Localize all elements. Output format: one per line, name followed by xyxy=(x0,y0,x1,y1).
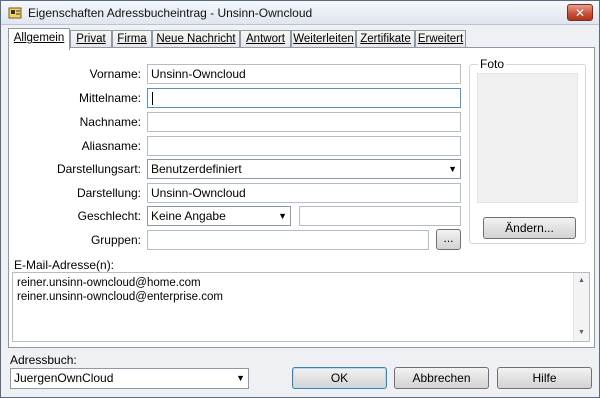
tab-firma[interactable]: Firma xyxy=(112,30,152,48)
list-item[interactable]: reiner.unsinn-owncloud@enterprise.com xyxy=(17,291,223,303)
tab-weiterleiten[interactable]: Weiterleiten xyxy=(291,30,356,48)
darstellungsart-select[interactable]: Benutzerdefiniert ▼ xyxy=(147,159,461,179)
geschlecht-extra-field[interactable] xyxy=(299,206,461,226)
darstellung-field[interactable]: Unsinn-Owncloud xyxy=(147,183,461,203)
vorname-label: Vorname: xyxy=(89,67,141,81)
chevron-down-icon: ▼ xyxy=(448,164,457,174)
tab-antwort[interactable]: Antwort xyxy=(240,30,291,48)
chevron-down-icon: ▼ xyxy=(236,373,245,383)
list-item[interactable]: reiner.unsinn-owncloud@home.com xyxy=(17,277,201,289)
mittelname-label: Mittelname: xyxy=(78,91,141,105)
scroll-up-icon[interactable]: ▲ xyxy=(574,273,589,289)
ok-button[interactable]: OK xyxy=(292,367,387,389)
cancel-button[interactable]: Abbrechen xyxy=(394,367,489,389)
aliasname-field[interactable] xyxy=(147,136,461,156)
tab-allgemein[interactable]: Allgemein xyxy=(8,28,70,50)
darstellung-label: Darstellung: xyxy=(76,186,141,200)
scrollbar[interactable]: ▲ ▼ xyxy=(573,273,589,341)
darstellungsart-label: Darstellungsart: xyxy=(56,162,141,176)
mittelname-field[interactable] xyxy=(147,88,461,108)
text-caret xyxy=(152,92,153,106)
chevron-down-icon: ▼ xyxy=(278,211,287,221)
addressbook-label: Adressbuch: xyxy=(10,353,77,367)
help-button[interactable]: Hilfe xyxy=(497,367,592,389)
change-photo-button[interactable]: Ändern... xyxy=(483,217,576,239)
contact-photo xyxy=(477,73,578,203)
email-list[interactable]: reiner.unsinn-owncloud@home.com reiner.u… xyxy=(12,272,590,342)
gruppen-field[interactable] xyxy=(147,230,429,250)
close-button[interactable]: ✕ xyxy=(567,4,593,21)
photo-group: Foto Ändern... xyxy=(469,57,586,244)
nachname-field[interactable] xyxy=(147,112,461,132)
gruppen-select-button[interactable]: ... xyxy=(436,229,461,250)
aliasname-label: Aliasname: xyxy=(81,139,141,153)
photo-group-title: Foto xyxy=(478,57,507,71)
geschlecht-value: Keine Angabe xyxy=(151,209,226,223)
geschlecht-select[interactable]: Keine Angabe ▼ xyxy=(147,206,291,226)
gruppen-label: Gruppen: xyxy=(90,233,141,247)
email-label: E-Mail-Adresse(n): xyxy=(14,258,115,272)
addressbook-select[interactable]: JuergenOwnCloud ▼ xyxy=(10,368,249,389)
tab-privat[interactable]: Privat xyxy=(70,30,112,48)
address-card-icon xyxy=(7,5,22,20)
address-entry-dialog: Eigenschaften Adressbucheintrag - Unsinn… xyxy=(0,0,600,398)
vorname-field[interactable]: Unsinn-Owncloud xyxy=(147,64,461,84)
title-bar[interactable]: Eigenschaften Adressbucheintrag - Unsinn… xyxy=(1,1,599,25)
scroll-down-icon[interactable]: ▼ xyxy=(574,325,589,341)
geschlecht-label: Geschlecht: xyxy=(77,209,141,223)
close-icon: ✕ xyxy=(574,5,586,20)
tab-zertifikate[interactable]: Zertifikate xyxy=(356,30,415,48)
tab-erweitert[interactable]: Erweitert xyxy=(415,30,466,48)
general-panel: Vorname: Unsinn-Owncloud Mittelname: Nac… xyxy=(8,47,595,348)
window-title: Eigenschaften Adressbucheintrag - Unsinn… xyxy=(28,6,313,20)
addressbook-value: JuergenOwnCloud xyxy=(14,371,114,385)
tab-neue-nachricht[interactable]: Neue Nachricht xyxy=(152,30,240,48)
nachname-label: Nachname: xyxy=(79,115,141,129)
darstellungsart-value: Benutzerdefiniert xyxy=(151,162,242,176)
